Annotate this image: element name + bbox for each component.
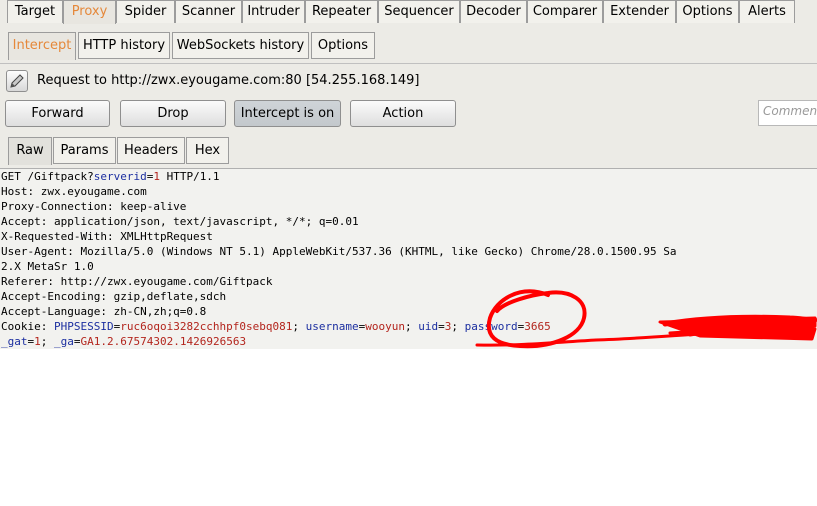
tab-sequencer[interactable]: Sequencer	[378, 0, 460, 23]
tab-options[interactable]: Options	[676, 0, 739, 23]
header-host: Host: zwx.eyougame.com	[1, 185, 147, 198]
header-cookie: Cookie: PHPSESSID=ruc6oqoi3282cchhpf0seb…	[1, 320, 551, 333]
header-x-requested-with: X-Requested-With: XMLHttpRequest	[1, 230, 213, 243]
header-user-agent: User-Agent: Mozilla/5.0 (Windows NT 5.1)…	[1, 245, 677, 258]
forward-button[interactable]: Forward	[5, 100, 110, 127]
tab-params[interactable]: Params	[53, 137, 116, 164]
tab-scanner[interactable]: Scanner	[175, 0, 242, 23]
intercept-toggle-button[interactable]: Intercept is on	[234, 100, 341, 127]
header-referer: Referer: http://zwx.eyougame.com/Giftpac…	[1, 275, 273, 288]
tab-proxy-options[interactable]: Options	[311, 32, 375, 59]
tab-intruder[interactable]: Intruder	[242, 0, 305, 23]
tab-headers[interactable]: Headers	[117, 137, 185, 164]
request-target-label: Request to http://zwx.eyougame.com:80 [5…	[37, 73, 420, 88]
tab-http-history[interactable]: HTTP history	[78, 32, 170, 59]
proxy-sub-tab-bar: Intercept HTTP history WebSockets histor…	[0, 24, 817, 64]
header-accept-language: Accept-Language: zh-CN,zh;q=0.8	[1, 305, 207, 318]
comment-input[interactable]: Comment	[758, 100, 817, 126]
tab-spider[interactable]: Spider	[116, 0, 175, 23]
tab-repeater[interactable]: Repeater	[305, 0, 378, 23]
intercept-panel: Request to http://zwx.eyougame.com:80 [5…	[0, 63, 817, 170]
tab-decoder[interactable]: Decoder	[460, 0, 527, 23]
header-proxy-connection: Proxy-Connection: keep-alive	[1, 200, 187, 213]
request-line: GET /Giftpack?serverid=1 HTTP/1.1	[1, 170, 220, 183]
tab-proxy[interactable]: Proxy	[63, 0, 116, 25]
tab-extender[interactable]: Extender	[603, 0, 676, 23]
header-accept-encoding: Accept-Encoding: gzip,deflate,sdch	[1, 290, 227, 303]
header-user-agent-wrap: 2.X MetaSr 1.0	[1, 260, 94, 273]
request-editor[interactable]: GET /Giftpack?serverid=1 HTTP/1.1 Host: …	[0, 168, 817, 506]
tab-target[interactable]: Target	[7, 0, 63, 23]
header-cookie-wrap: _gat=1; _ga=GA1.2.67574302.1426926563	[1, 335, 247, 348]
tab-hex[interactable]: Hex	[186, 137, 229, 164]
drop-button[interactable]: Drop	[120, 100, 226, 127]
tab-websockets-history[interactable]: WebSockets history	[172, 32, 309, 59]
action-button[interactable]: Action	[350, 100, 456, 127]
tab-alerts[interactable]: Alerts	[739, 0, 795, 23]
pencil-icon	[6, 70, 28, 92]
tab-comparer[interactable]: Comparer	[527, 0, 603, 23]
tab-raw[interactable]: Raw	[8, 137, 52, 165]
tab-intercept[interactable]: Intercept	[8, 32, 76, 60]
header-accept: Accept: application/json, text/javascrip…	[1, 215, 359, 228]
main-tab-bar: Target Proxy Spider Scanner Intruder Rep…	[0, 0, 817, 25]
